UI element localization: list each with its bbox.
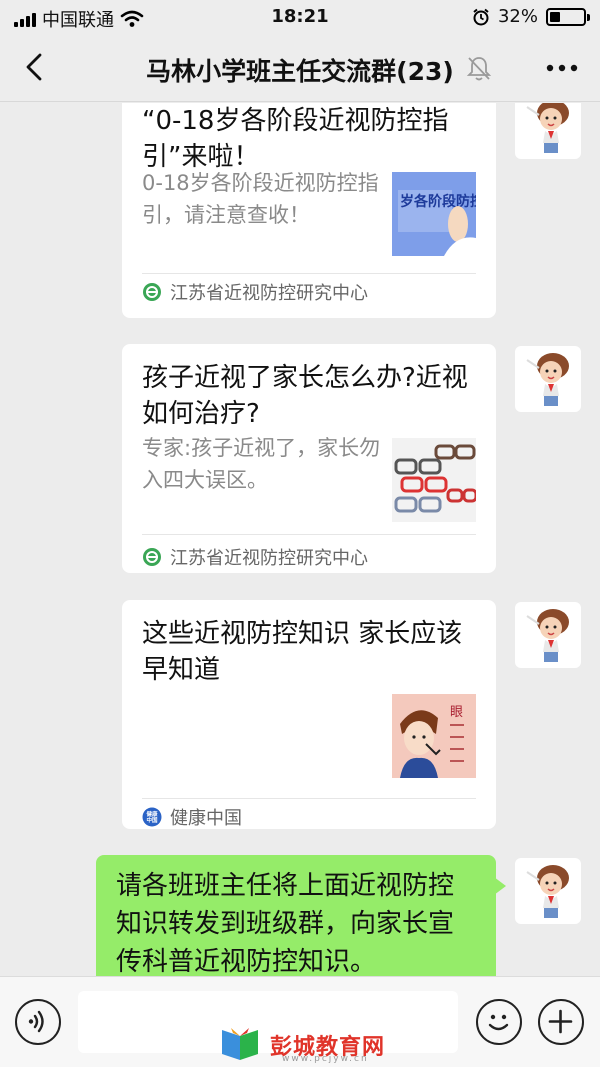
battery-percent: 32% <box>497 6 538 27</box>
message-list[interactable]: “0-18岁各阶段近视防控指引”来啦！ 0-18岁各阶段近视防控指引，请注意查收… <box>0 103 600 976</box>
article-title: 这些近视防控知识 家长应该早知道 <box>142 619 463 685</box>
battery-level <box>550 11 560 22</box>
article-source: 江苏省近视防控研究中心 <box>142 279 368 305</box>
article-source: 健康 中国 健康中国 <box>142 804 242 830</box>
svg-text:中国: 中国 <box>146 816 158 824</box>
article-thumbnail: 眼 <box>392 694 476 778</box>
article-source: 江苏省近视防控研究中心 <box>142 544 368 570</box>
more-icon[interactable] <box>544 58 580 78</box>
source-logo-icon: 健康 中国 <box>142 807 162 827</box>
article-description: 0-18岁各阶段近视防控指引，请注意查收！ <box>142 171 379 227</box>
sender-avatar[interactable] <box>515 346 581 412</box>
text-message-bubble[interactable]: 请各班班主任将上面近视防控知识转发到班级群，向家长宣传科普近视防控知识。 <box>96 855 506 976</box>
source-name: 江苏省近视防控研究中心 <box>170 548 368 569</box>
sender-avatar[interactable] <box>515 602 581 668</box>
chat-header: 马林小学班主任交流群(23) <box>0 34 600 102</box>
card-divider <box>142 534 476 535</box>
voice-icon <box>28 1010 44 1033</box>
emoji-button[interactable] <box>476 999 522 1045</box>
thumbnail-caption: 眼 <box>450 705 463 720</box>
chat-title: 马林小学班主任交流群(23) <box>146 57 454 86</box>
alarm-icon <box>473 8 489 25</box>
card-divider <box>142 273 476 274</box>
article-thumbnail <box>392 438 476 522</box>
status-bar: 中国联通 18:21 32% <box>0 0 600 34</box>
status-right: 32% <box>472 6 590 27</box>
source-name: 江苏省近视防控研究中心 <box>170 283 368 304</box>
article-title: “0-18岁各阶段近视防控指引”来啦！ <box>142 106 449 172</box>
svg-text:健康: 健康 <box>146 810 158 818</box>
emoji-icon <box>488 1014 509 1031</box>
article-thumbnail: 岁各阶段防控指引 <box>392 172 476 256</box>
thumbnail-caption: 岁各阶段防控指引 <box>400 193 476 210</box>
article-description: 专家:孩子近视了，家长勿入四大误区。 <box>142 436 381 492</box>
article-card[interactable]: 孩子近视了家长怎么办?近视如何治疗? 专家:孩子近视了，家长勿入四大误区。 江苏… <box>122 344 496 573</box>
source-logo-icon <box>143 283 161 301</box>
mute-bell-icon <box>466 57 492 81</box>
more-functions-button[interactable] <box>538 999 584 1045</box>
plus-icon <box>548 1009 573 1034</box>
article-card[interactable]: “0-18岁各阶段近视防控指引”来啦！ 0-18岁各阶段近视防控指引，请注意查收… <box>122 103 496 318</box>
watermark-url: www.pcjyw.cn <box>282 1054 369 1064</box>
article-title: 孩子近视了家长怎么办?近视如何治疗? <box>142 363 468 429</box>
source-name: 健康中国 <box>170 808 242 829</box>
sender-avatar[interactable] <box>515 103 581 159</box>
book-logo-icon <box>222 1028 258 1060</box>
battery-icon <box>546 7 590 26</box>
voice-button[interactable] <box>15 999 61 1045</box>
card-divider <box>142 798 476 799</box>
source-logo-icon <box>143 548 161 566</box>
sender-avatar[interactable] <box>515 858 581 924</box>
article-card[interactable]: 这些近视防控知识 家长应该早知道 眼 健康 中国 健康中国 <box>122 600 496 829</box>
